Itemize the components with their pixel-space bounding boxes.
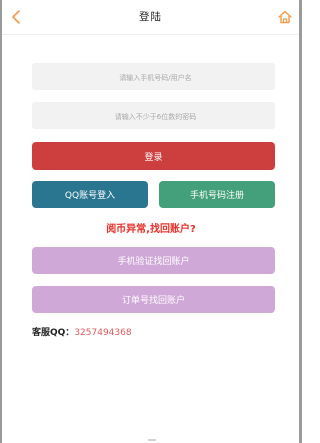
page-title: 登陆: [139, 11, 162, 23]
service-label: 客服QQ：: [32, 328, 75, 338]
register-button[interactable]: 手机号码注册: [159, 181, 275, 208]
password-field[interactable]: [32, 102, 279, 131]
home-icon: [278, 10, 292, 24]
qq-login-button[interactable]: QQ账号登入: [32, 181, 148, 208]
phone-recover-button[interactable]: 手机验证找回账户: [32, 247, 275, 274]
username-input[interactable]: [32, 63, 279, 92]
bottom-indicator: [148, 439, 156, 441]
service-qq-number[interactable]: 3257494368: [74, 328, 131, 338]
login-button[interactable]: 登录: [32, 142, 275, 170]
order-recover-button[interactable]: 订单号找回账户: [32, 286, 275, 313]
home-button[interactable]: [275, 6, 295, 28]
password-input[interactable]: [32, 102, 279, 131]
username-field[interactable]: [32, 63, 279, 92]
recover-account-title: 阅币异常,找回账户?: [106, 224, 196, 235]
customer-service: 客服QQ：3257494368: [32, 325, 132, 338]
header-bar: 登陆: [2, 0, 299, 35]
